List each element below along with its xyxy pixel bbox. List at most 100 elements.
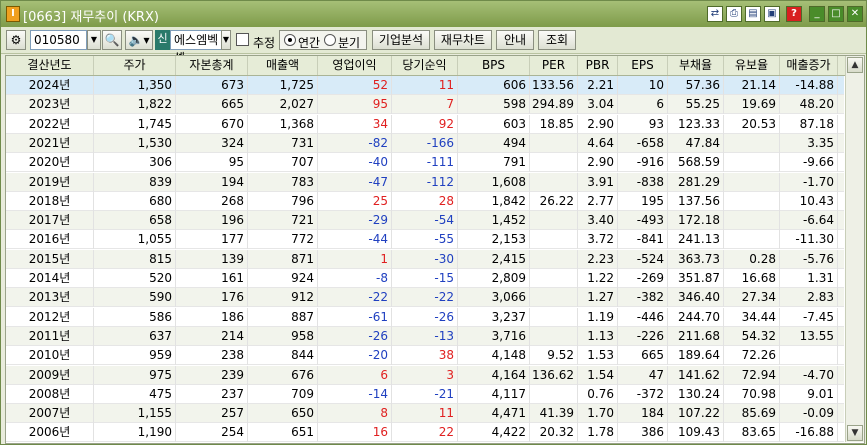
table-row[interactable]: 2023년 1,822 665 2,027 95 7 598 294.89 3.04 6 55.25… [6, 95, 864, 115]
help-icon[interactable]: ? [786, 6, 802, 22]
column-header[interactable]: 영업이익 [318, 56, 392, 75]
table-cell: 2.83 [780, 288, 838, 308]
table-cell [530, 326, 578, 346]
scroll-down-icon[interactable]: ▼ [847, 425, 863, 441]
table-cell: 52 [318, 76, 392, 95]
speaker-icon[interactable]: 🔈▾ [125, 30, 153, 50]
table-row[interactable]: 2017년 658 196 721 -29 -54 1,452 3.40 -493 172.18 -… [6, 211, 864, 231]
table-cell [724, 172, 780, 192]
column-header[interactable]: 부채율 [668, 56, 724, 75]
maximize-icon[interactable]: □ [828, 6, 844, 22]
annual-radio[interactable] [284, 34, 296, 46]
table-cell: 109.43 [668, 423, 724, 443]
table-cell [530, 249, 578, 269]
table-cell: 95 [176, 153, 248, 173]
print-icon[interactable]: ⎙ [726, 6, 742, 22]
search-icon[interactable]: 🔍 [102, 30, 122, 50]
table-row[interactable]: 2020년 306 95 707 -40 -111 791 2.90 -916 568.59 -9.… [6, 153, 864, 173]
pin-icon[interactable]: ▣ [764, 6, 780, 22]
table-cell: 2023년 [6, 95, 94, 115]
table-cell: -20 [318, 346, 392, 366]
query-button[interactable]: 조회 [538, 30, 576, 50]
export-icon[interactable]: ▤ [745, 6, 761, 22]
table-cell: 1,745 [94, 114, 176, 134]
settings-icon[interactable]: ⚙ [6, 30, 26, 50]
quarter-radio[interactable] [324, 34, 336, 46]
table-cell: -8 [318, 269, 392, 288]
table-cell: 2,153 [458, 230, 530, 250]
scroll-up-icon[interactable]: ▲ [847, 57, 863, 73]
table-row[interactable]: 2021년 1,530 324 731 -82 -166 494 4.64 -658 47.84 3… [6, 133, 864, 153]
table-cell: -524 [618, 249, 668, 269]
table-row[interactable]: 2006년 1,190 254 651 16 22 4,422 20.32 1.78 386 109… [6, 423, 864, 443]
code-dropdown-icon[interactable]: ▼ [87, 30, 101, 50]
column-header[interactable]: 매출증가 [780, 56, 838, 75]
column-header[interactable]: 결산년도 [6, 56, 94, 75]
table-cell: 34 [318, 114, 392, 134]
column-header[interactable]: PBR [578, 56, 618, 75]
stock-code-input[interactable]: 010580 [30, 30, 87, 50]
guide-button[interactable]: 안내 [496, 30, 534, 50]
table-row[interactable]: 2011년 637 214 958 -26 -13 3,716 1.13 -226 211.68 5… [6, 326, 864, 346]
table-row[interactable]: 2024년 1,350 673 1,725 52 11 606 133.56 2.21 10 57.… [6, 76, 864, 95]
company-dropdown-icon[interactable]: ▼ [221, 30, 231, 50]
table-row[interactable]: 2015년 815 139 871 1 -30 2,415 2.23 -524 363.73 0.2… [6, 249, 864, 269]
table-row[interactable]: 2012년 586 186 887 -61 -26 3,237 1.19 -446 244.70 3… [6, 307, 864, 327]
link-icon[interactable]: ⇄ [707, 6, 723, 22]
table-cell: 57.36 [668, 76, 724, 95]
table-row[interactable]: 2019년 839 194 783 -47 -112 1,608 3.91 -838 281.29… [6, 172, 864, 192]
table-cell: 586 [94, 307, 176, 327]
company-analysis-button[interactable]: 기업분석 [372, 30, 430, 50]
table-row[interactable]: 2013년 590 176 912 -22 -22 3,066 1.27 -382 346.40 2… [6, 288, 864, 308]
table-cell: 0.76 [578, 384, 618, 404]
company-name-field[interactable]: 에스엠벡셀 [170, 30, 226, 65]
table-cell: 3,066 [458, 288, 530, 308]
table-cell [724, 230, 780, 250]
column-header[interactable]: 주가 [94, 56, 176, 75]
table-row[interactable]: 2009년 975 239 676 6 3 4,164 136.62 1.54 47 141.62 7… [6, 365, 864, 385]
table-cell: 1.70 [578, 404, 618, 424]
table-cell: 47 [618, 365, 668, 385]
vertical-scrollbar[interactable]: ▲ ▼ [845, 56, 864, 442]
table-cell: 2015년 [6, 249, 94, 269]
table-cell: 238 [176, 346, 248, 366]
table-row[interactable]: 2008년 475 237 709 -14 -21 4,117 0.76 -372 130.24 7… [6, 384, 864, 404]
table-cell: 637 [94, 326, 176, 346]
table-cell: 2017년 [6, 211, 94, 231]
quarter-label: 분기 [338, 36, 361, 50]
table-cell: 839 [94, 172, 176, 192]
close-icon[interactable]: ✕ [847, 6, 863, 22]
table-row[interactable]: 2016년 1,055 177 772 -44 -55 2,153 3.72 -841 241.1… [6, 230, 864, 250]
table-cell: 3,237 [458, 307, 530, 327]
table-row[interactable]: 2022년 1,745 670 1,368 34 92 603 18.85 2.90 93 123.… [6, 114, 864, 134]
column-header[interactable]: BPS [458, 56, 530, 75]
minimize-icon[interactable]: _ [809, 6, 825, 22]
column-header[interactable]: EPS [618, 56, 668, 75]
table-cell: 1,055 [94, 230, 176, 250]
table-cell: 2.21 [578, 76, 618, 95]
table-cell: 2013년 [6, 288, 94, 308]
column-header[interactable]: PER [530, 56, 578, 75]
column-header[interactable]: 유보율 [724, 56, 780, 75]
table-cell: 709 [248, 384, 318, 404]
column-header[interactable]: 자본총계 [176, 56, 248, 75]
table-cell: 1,190 [94, 423, 176, 443]
table-cell: 606 [458, 76, 530, 95]
table-cell: 2012년 [6, 307, 94, 327]
table-cell: 887 [248, 307, 318, 327]
window: I [0663] 재무추이 (KRX) ⇄ ⎙ ▤ ▣ ? _ □ ✕ ⚙ 01… [0, 0, 867, 445]
column-header[interactable]: 매출액 [248, 56, 318, 75]
table-cell: 189.64 [668, 346, 724, 366]
column-header[interactable]: 당기순익 [392, 56, 458, 75]
table-cell: 1.54 [578, 365, 618, 385]
estimate-checkbox[interactable] [236, 33, 249, 46]
table-cell: 130.24 [668, 384, 724, 404]
table-row[interactable]: 2018년 680 268 796 25 28 1,842 26.22 2.77 195 137.5… [6, 191, 864, 211]
table-row[interactable]: 2014년 520 161 924 -8 -15 2,809 1.22 -269 351.87 16… [6, 269, 864, 288]
table-row[interactable]: 2010년 959 238 844 -20 38 4,148 9.52 1.53 665 189.6… [6, 346, 864, 366]
title-bar[interactable]: I [0663] 재무추이 (KRX) ⇄ ⎙ ▤ ▣ ? _ □ ✕ [1, 1, 866, 27]
table-row[interactable]: 2007년 1,155 257 650 8 11 4,471 41.39 1.70 184 107.… [6, 404, 864, 424]
table-cell: 70.98 [724, 384, 780, 404]
table-cell: 123.33 [668, 114, 724, 134]
financial-chart-button[interactable]: 재무차트 [434, 30, 492, 50]
